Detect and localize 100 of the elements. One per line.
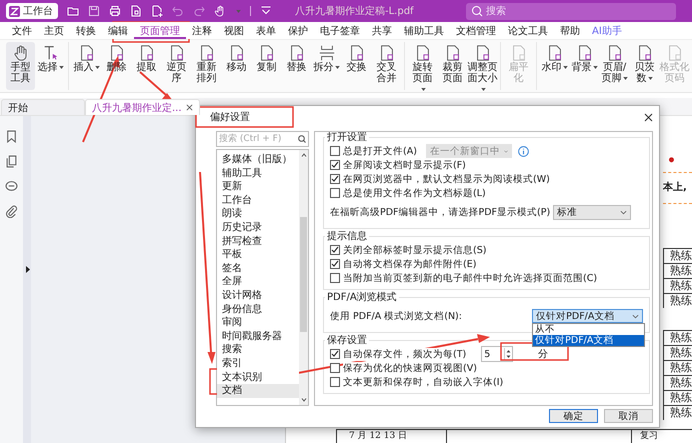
setting-label: 使用 PDF/A 模式浏览文档(N): xyxy=(330,310,462,322)
ribbon-button[interactable]: 手型工具 xyxy=(6,42,35,90)
category-item[interactable]: 文档 xyxy=(217,384,299,398)
app-logo-icon xyxy=(9,6,20,16)
checkbox[interactable] xyxy=(330,273,340,283)
document-tab[interactable]: 八升九暑期作业定... xyxy=(85,99,200,115)
checkbox[interactable] xyxy=(330,160,340,170)
checkbox-label: 文本更新和保存时，自动嵌入字体(I) xyxy=(343,376,504,388)
split-page-icon xyxy=(318,44,336,62)
section-title: 保存设置 xyxy=(326,335,368,346)
unit-label: 分 xyxy=(538,348,548,361)
search-field[interactable]: 搜索 xyxy=(466,2,676,20)
new-file-icon[interactable] xyxy=(151,5,163,17)
ribbon-button[interactable]: 旋转页面 xyxy=(408,42,437,90)
ribbon-button[interactable]: 页眉/页脚 xyxy=(600,42,629,90)
ribbon-button[interactable]: 贝茨数 xyxy=(630,42,659,90)
ribbon-button[interactable]: 移动 xyxy=(222,42,251,90)
setting-label: 在福昕高级PDF编辑器中，请选择PDF显示模式(P) xyxy=(330,206,550,218)
ribbon-button[interactable]: 选择 xyxy=(36,42,65,90)
checkbox-label: 总是使用文件名作为文档标题(L) xyxy=(343,186,486,200)
pages-icon[interactable] xyxy=(5,155,18,168)
ribbon-button[interactable]: 背景 xyxy=(570,42,599,90)
search-field[interactable]: 搜索 (Ctrl + F) xyxy=(216,131,309,147)
checkbox-label: 保存为优化的快速网页视图(V) xyxy=(343,362,477,374)
ribbon-button[interactable]: 调整页面大小 xyxy=(468,42,497,90)
table-cell: 熟练 xyxy=(664,278,692,293)
chevron-down-icon xyxy=(504,148,508,154)
spin-arrows-icon[interactable] xyxy=(504,348,512,360)
checkbox-label: 自动保存文件，频次为每(T) xyxy=(343,348,466,360)
attachment-icon[interactable] xyxy=(5,205,18,218)
table-cell: 熟练 xyxy=(664,263,692,278)
scrollbar-thumb[interactable] xyxy=(300,217,307,332)
checkbox-label: 总是打开文件(A) xyxy=(343,144,417,158)
chevron-down-icon xyxy=(620,210,628,214)
ribbon-button[interactable]: 交换 xyxy=(342,42,371,90)
hand-icon[interactable] xyxy=(214,5,226,17)
dialog-button[interactable]: 取消 xyxy=(604,409,653,423)
print-icon[interactable] xyxy=(109,5,121,17)
checkbox[interactable] xyxy=(330,188,340,198)
ribbon-button[interactable]: 逆页序 xyxy=(162,42,191,90)
dialog-title: 偏好设置 xyxy=(210,110,250,124)
checkbox[interactable] xyxy=(330,174,340,184)
dialog-button[interactable]: 确定 xyxy=(549,409,598,423)
checkbox[interactable] xyxy=(330,363,340,373)
ribbon-button[interactable]: 交叉合并 xyxy=(372,42,401,90)
table-cell: 熟练 xyxy=(664,405,692,420)
dropdown-option[interactable]: 从不 xyxy=(533,324,644,335)
checkbox-label: 当附加当前页签到新的电子邮件中时允许选择页面范围(C) xyxy=(343,272,598,284)
close-icon[interactable] xyxy=(186,104,193,111)
dropdown-field[interactable]: 标准 xyxy=(553,204,632,220)
table-cell: 熟练 xyxy=(664,345,692,360)
info-icon[interactable] xyxy=(518,146,529,156)
table-cell: 熟练 xyxy=(664,360,692,375)
search-icon[interactable] xyxy=(298,135,306,143)
close-icon[interactable] xyxy=(644,112,653,122)
ribbon-button[interactable]: 重新排列 xyxy=(192,42,221,90)
checkbox-label: 全屏阅读文档时显示提示(F) xyxy=(343,158,466,172)
dropdown-option[interactable]: 仅针对PDF/A文档 xyxy=(533,335,644,346)
section-title: 提示信息 xyxy=(326,231,368,242)
table-cell: 熟练 xyxy=(664,390,692,405)
table-cell: 熟练 xyxy=(664,375,692,390)
search-icon[interactable] xyxy=(471,5,483,17)
folder-icon[interactable] xyxy=(67,5,79,17)
ribbon-button[interactable]: 提取 xyxy=(132,42,161,90)
number-field[interactable]: 5 xyxy=(481,346,514,362)
bookmark-icon[interactable] xyxy=(5,130,18,143)
ribbon-button[interactable]: 替换 xyxy=(282,42,311,90)
menu-tab[interactable]: 页面管理 xyxy=(134,22,186,39)
annotation-arrow xyxy=(139,71,173,101)
comment-icon[interactable] xyxy=(5,180,18,193)
dropdown-field[interactable]: 仅针对PDF/A文档 xyxy=(532,309,644,323)
chevron-down-icon xyxy=(632,314,640,318)
checkbox-label: 自动将文档保存为邮件附件(E) xyxy=(343,258,476,270)
table-cell: 熟练 xyxy=(664,248,692,263)
checkbox[interactable] xyxy=(330,259,340,269)
ribbon-button[interactable]: 裁剪页面 xyxy=(438,42,467,90)
section-title: PDF/A浏览模式 xyxy=(326,292,398,303)
file-icon[interactable] xyxy=(130,5,142,17)
table-cell: 7 月 12 13 日 xyxy=(336,430,447,443)
table-cell: 熟练 xyxy=(664,293,692,308)
checkbox[interactable] xyxy=(330,377,340,387)
hand-icon xyxy=(12,44,30,62)
chevron-down-icon[interactable] xyxy=(260,5,272,17)
ribbon-button[interactable]: 复制 xyxy=(252,42,281,90)
ribbon-button[interactable]: 插入 xyxy=(72,42,101,90)
bullet-mark: • xyxy=(666,152,677,171)
document-tab[interactable]: 开始 xyxy=(1,99,85,115)
checkbox[interactable] xyxy=(330,245,340,255)
workbench-button[interactable]: 工作台 xyxy=(6,3,58,19)
checkbox[interactable] xyxy=(330,146,340,156)
scroll-up-icon[interactable] xyxy=(300,153,306,157)
save-icon[interactable] xyxy=(88,5,100,17)
caret-icon xyxy=(236,10,241,12)
scrollbar[interactable] xyxy=(299,150,308,405)
ribbon-button[interactable]: 水印 xyxy=(540,42,569,90)
checkbox-label: 关闭全部标签时显示提示信息(S) xyxy=(343,244,486,256)
table-cell-text: 复习 xyxy=(639,430,658,443)
ribbon-button[interactable]: 拆分 xyxy=(312,42,341,90)
scroll-down-icon[interactable] xyxy=(300,398,306,402)
checkbox[interactable] xyxy=(330,349,340,359)
